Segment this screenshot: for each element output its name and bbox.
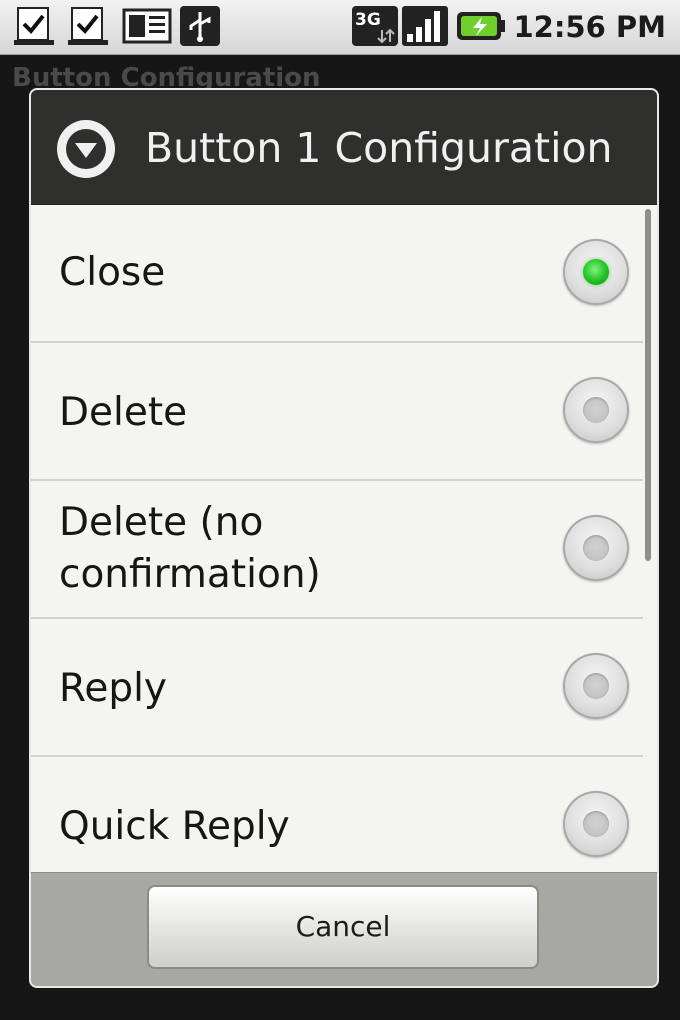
radio-button[interactable]: [563, 791, 629, 857]
radio-button[interactable]: [563, 515, 629, 581]
news-icon: [122, 8, 172, 44]
configuration-dialog: Button 1 Configuration Close Delete Dele…: [29, 88, 659, 988]
radio-button[interactable]: [563, 653, 629, 719]
radio-button-selected[interactable]: [563, 239, 629, 305]
option-label: Delete (no confirmation): [59, 500, 321, 597]
usb-icon: [180, 6, 220, 46]
radio-indicator: [583, 811, 609, 837]
radio-indicator: [583, 397, 609, 423]
network-type-label: 3G: [355, 10, 381, 30]
radio-button[interactable]: [563, 377, 629, 443]
option-close[interactable]: Close: [31, 205, 643, 343]
cancel-button[interactable]: Cancel: [147, 885, 539, 969]
option-label: Quick Reply: [59, 804, 290, 849]
3g-signal-icon: 3G: [352, 6, 398, 46]
dialog-footer: Cancel: [31, 872, 657, 986]
signal-bars-icon: [402, 6, 448, 46]
dropdown-circle-icon: [57, 120, 115, 178]
dialog-header: Button 1 Configuration: [31, 90, 657, 205]
battery-charging-icon: [457, 12, 505, 40]
scrollbar[interactable]: [645, 209, 651, 561]
download-done-icon: [68, 7, 108, 45]
option-label: Reply: [59, 666, 168, 711]
clock: 12:56 PM: [513, 10, 666, 44]
option-label: Close: [59, 250, 166, 295]
radio-indicator: [583, 673, 609, 699]
download-done-icon: [14, 7, 54, 45]
option-delete-no-confirmation[interactable]: Delete (no confirmation): [31, 481, 643, 619]
radio-indicator: [583, 535, 609, 561]
option-reply[interactable]: Reply: [31, 619, 643, 757]
options-list[interactable]: Close Delete Delete (no confirmation) Re…: [31, 205, 657, 872]
dialog-title: Button 1 Configuration: [145, 124, 613, 172]
status-bar: 3G 12:56 PM: [0, 0, 680, 55]
option-label: Delete: [59, 390, 188, 435]
option-quick-reply[interactable]: Quick Reply: [31, 757, 643, 872]
radio-indicator: [583, 259, 609, 285]
option-delete[interactable]: Delete: [31, 343, 643, 481]
